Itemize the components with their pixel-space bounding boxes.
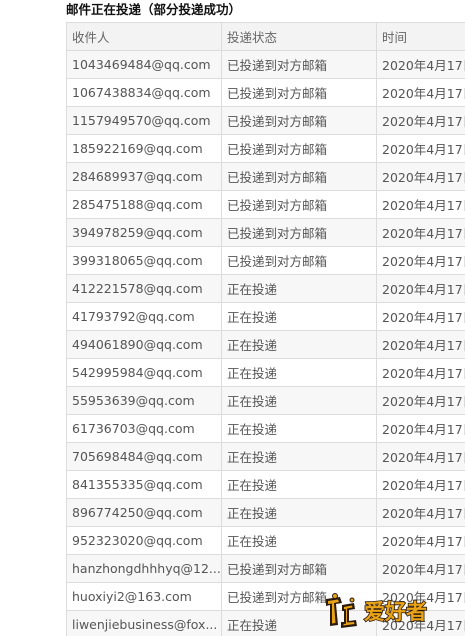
time-cell: 2020年4月17日: [376, 442, 465, 471]
time-cell: 2020年4月17日: [376, 554, 465, 583]
delivery-status-table-container: 收件人 投递状态 时间 1043469484@qq.com 已投递到对方邮箱 202…: [66, 22, 465, 636]
time-cell: 2020年4月17日: [376, 330, 465, 359]
table-row: 284689937@qq.com已投递到对方邮箱2020年4月17日: [66, 162, 465, 191]
table-row: huoxiyi2@163.com已投递到对方邮箱2020年4月17日: [66, 582, 465, 611]
time-cell: 2020年4月17日: [376, 106, 465, 135]
status-cell: 正在投递: [221, 358, 377, 387]
column-header-status: 投递状态: [221, 22, 377, 51]
table-row: liwenjiebusiness@fox...正在投递2020年4月17日: [66, 610, 465, 636]
table-row: 61736703@qq.com正在投递2020年4月17日: [66, 414, 465, 443]
time-cell: 2020年4月17日: [376, 246, 465, 275]
status-cell: 正在投递: [221, 386, 377, 415]
status-cell: 正在投递: [221, 330, 377, 359]
status-cell: 已投递到对方邮箱: [221, 162, 377, 191]
time-cell: 2020年4月17日: [376, 470, 465, 499]
recipient-cell: 41793792@qq.com: [66, 302, 222, 331]
time-cell: 2020年4月17日: [376, 274, 465, 303]
table-row: 185922169@qq.com已投递到对方邮箱2020年4月17日: [66, 134, 465, 163]
recipient-cell: 494061890@qq.com: [66, 330, 222, 359]
table-header-row: 收件人 投递状态 时间: [66, 22, 465, 51]
status-cell: 正在投递: [221, 526, 377, 555]
recipient-cell: 1067438834@qq.com: [66, 78, 222, 107]
table-row: 841355335@qq.com正在投递2020年4月17日: [66, 470, 465, 499]
time-cell: 2020年4月17日: [376, 78, 465, 107]
recipient-cell: 542995984@qq.com: [66, 358, 222, 387]
table-row: 1067438834@qq.com已投递到对方邮箱2020年4月17日: [66, 78, 465, 107]
recipient-cell: 61736703@qq.com: [66, 414, 222, 443]
table-row: hanzhongdhhhyq@12...已投递到对方邮箱2020年4月17日: [66, 554, 465, 583]
recipient-cell: 285475188@qq.com: [66, 190, 222, 219]
table-row: 412221578@qq.com正在投递2020年4月17日: [66, 274, 465, 303]
time-cell: 2020年4月17日: [376, 414, 465, 443]
recipient-cell: 705698484@qq.com: [66, 442, 222, 471]
status-cell: 已投递到对方邮箱: [221, 50, 377, 79]
recipient-cell: 952323020@qq.com: [66, 526, 222, 555]
time-cell: 2020年4月17日: [376, 50, 465, 79]
status-cell: 已投递到对方邮箱: [221, 190, 377, 219]
recipient-cell: 1043469484@qq.com: [66, 50, 222, 79]
time-cell: 2020年4月17日: [376, 498, 465, 527]
table-row: 285475188@qq.com已投递到对方邮箱2020年4月17日: [66, 190, 465, 219]
table-row: 952323020@qq.com正在投递2020年4月17日: [66, 526, 465, 555]
table-row: 55953639@qq.com正在投递2020年4月17日: [66, 386, 465, 415]
table-row: 1043469484@qq.com已投递到对方邮箱2020年4月17日: [66, 50, 465, 79]
recipient-cell: 55953639@qq.com: [66, 386, 222, 415]
recipient-cell: 412221578@qq.com: [66, 274, 222, 303]
status-cell: 已投递到对方邮箱: [221, 218, 377, 247]
section-title: 邮件正在投递（部分投递成功）: [66, 2, 242, 17]
column-header-time: 时间: [376, 22, 465, 51]
recipient-cell: 1157949570@qq.com: [66, 106, 222, 135]
time-cell: 2020年4月17日: [376, 582, 465, 611]
time-cell: 2020年4月17日: [376, 134, 465, 163]
time-cell: 2020年4月17日: [376, 526, 465, 555]
table-row: 1157949570@qq.com已投递到对方邮箱2020年4月17日: [66, 106, 465, 135]
delivery-status-table: 收件人 投递状态 时间 1043469484@qq.com 已投递到对方邮箱 202…: [66, 22, 465, 636]
recipient-cell: 185922169@qq.com: [66, 134, 222, 163]
recipient-cell: liwenjiebusiness@fox...: [66, 610, 222, 636]
time-cell: 2020年4月17日: [376, 358, 465, 387]
status-cell: 正在投递: [221, 274, 377, 303]
status-cell: 已投递到对方邮箱: [221, 582, 377, 611]
table-row: 542995984@qq.com正在投递2020年4月17日: [66, 358, 465, 387]
table-row: 399318065@qq.com已投递到对方邮箱2020年4月17日: [66, 246, 465, 275]
time-cell: 2020年4月17日: [376, 190, 465, 219]
status-cell: 正在投递: [221, 302, 377, 331]
time-cell: 2020年4月17日: [376, 610, 465, 636]
table-row: 705698484@qq.com正在投递2020年4月17日: [66, 442, 465, 471]
status-cell: 已投递到对方邮箱: [221, 246, 377, 275]
table-row: 896774250@qq.com正在投递2020年4月17日: [66, 498, 465, 527]
recipient-cell: 394978259@qq.com: [66, 218, 222, 247]
time-cell: 2020年4月17日: [376, 218, 465, 247]
status-cell: 正在投递: [221, 442, 377, 471]
recipient-cell: 399318065@qq.com: [66, 246, 222, 275]
status-cell: 已投递到对方邮箱: [221, 554, 377, 583]
status-cell: 已投递到对方邮箱: [221, 134, 377, 163]
status-cell: 正在投递: [221, 498, 377, 527]
time-cell: 2020年4月17日: [376, 386, 465, 415]
status-cell: 已投递到对方邮箱: [221, 78, 377, 107]
time-cell: 2020年4月17日: [376, 162, 465, 191]
recipient-cell: hanzhongdhhhyq@12...: [66, 554, 222, 583]
status-cell: 正在投递: [221, 414, 377, 443]
status-cell: 正在投递: [221, 610, 377, 636]
time-cell: 2020年4月17日: [376, 302, 465, 331]
recipient-cell: huoxiyi2@163.com: [66, 582, 222, 611]
column-header-recipient: 收件人: [66, 22, 222, 51]
status-cell: 正在投递: [221, 470, 377, 499]
recipient-cell: 841355335@qq.com: [66, 470, 222, 499]
recipient-cell: 284689937@qq.com: [66, 162, 222, 191]
table-row: 41793792@qq.com正在投递2020年4月17日: [66, 302, 465, 331]
status-cell: 已投递到对方邮箱: [221, 106, 377, 135]
table-row: 494061890@qq.com正在投递2020年4月17日: [66, 330, 465, 359]
table-row: 394978259@qq.com已投递到对方邮箱2020年4月17日: [66, 218, 465, 247]
recipient-cell: 896774250@qq.com: [66, 498, 222, 527]
